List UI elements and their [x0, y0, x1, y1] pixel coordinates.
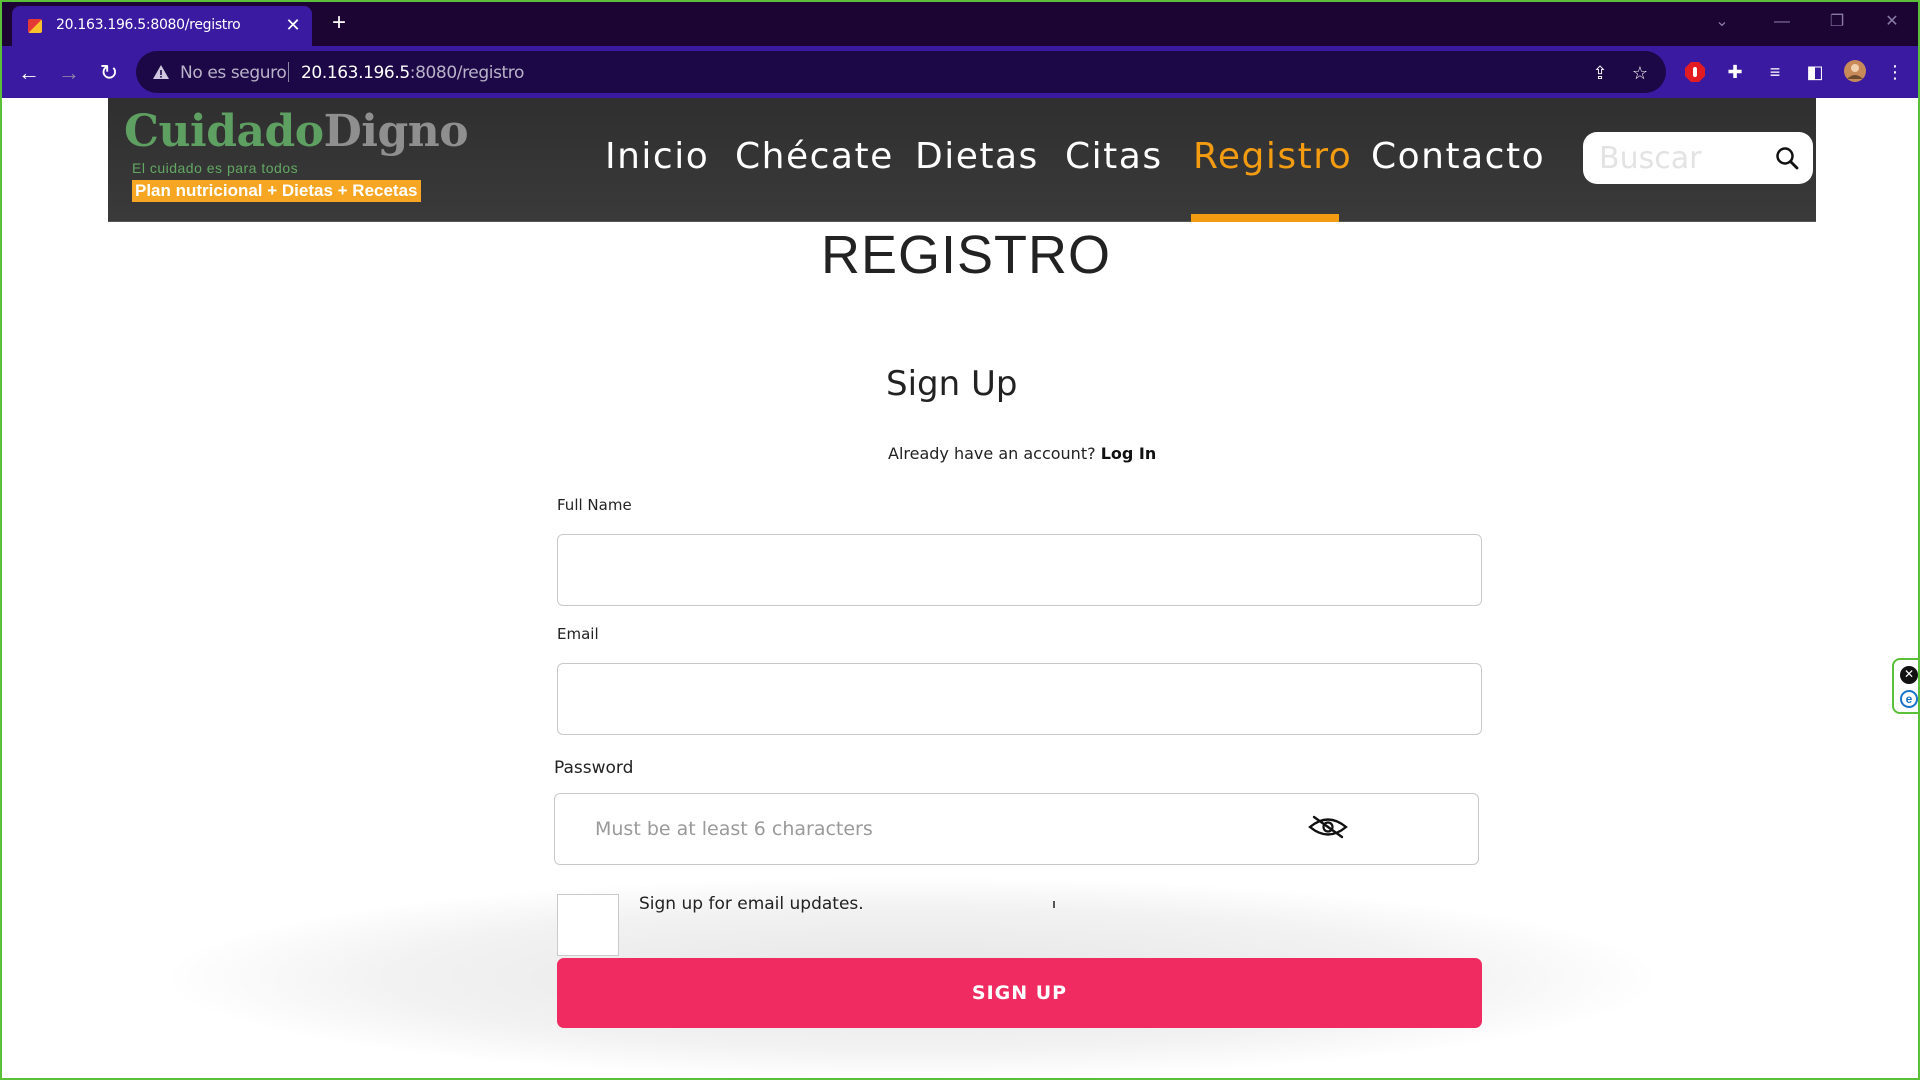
site-header: CuidadoDigno El cuidado es para todos Pl…: [108, 98, 1816, 222]
nav-link-contacto[interactable]: Contacto: [1371, 136, 1545, 177]
web-page: CuidadoDigno El cuidado es para todos Pl…: [2, 98, 1918, 1078]
browser-window: 20.163.196.5:8080/registro ✕ + ⌄ — ❐ ✕ ←…: [0, 0, 1920, 1080]
form-title: Sign Up: [886, 364, 1018, 404]
nav-link-citas[interactable]: Citas: [1065, 136, 1163, 177]
browser-toolbar: ← → ↻ No es seguro 20.163.196.5:8080/reg…: [2, 46, 1918, 98]
minimize-icon[interactable]: —: [1762, 8, 1802, 36]
share-icon[interactable]: ⇪: [1588, 61, 1612, 85]
logo-part-cuidado: Cuidado: [124, 106, 324, 157]
media-queue-icon[interactable]: ≡: [1762, 59, 1788, 85]
page-title: REGISTRO: [820, 225, 1112, 285]
nav-link-registro[interactable]: Registro: [1193, 136, 1352, 177]
warning-icon[interactable]: [152, 63, 170, 81]
nav-link-inicio[interactable]: Inicio: [605, 136, 709, 177]
reload-icon[interactable]: ↻: [94, 58, 124, 88]
stray-mark: [1053, 901, 1055, 908]
nav-link-checate[interactable]: Chécate: [735, 136, 894, 177]
login-prompt-text: Already have an account?: [888, 444, 1096, 463]
email-label: Email: [557, 625, 599, 643]
url-host: 20.163.196.5: [301, 63, 410, 83]
search-input[interactable]: [1599, 138, 1769, 178]
url-path: :8080/registro: [409, 63, 525, 83]
site-logo[interactable]: CuidadoDigno: [124, 106, 469, 157]
search-icon[interactable]: [1775, 146, 1799, 170]
address-bar[interactable]: No es seguro 20.163.196.5:8080/registro …: [136, 51, 1666, 93]
new-tab-button[interactable]: +: [324, 10, 354, 38]
profile-avatar[interactable]: [1842, 59, 1868, 85]
back-icon[interactable]: ←: [14, 58, 44, 88]
forward-icon[interactable]: →: [54, 58, 84, 88]
side-panel-icon[interactable]: ◧: [1802, 59, 1828, 85]
hide-password-eye-icon[interactable]: [1307, 814, 1349, 840]
extensions-puzzle-icon[interactable]: ✚: [1722, 59, 1748, 85]
email-field[interactable]: [557, 663, 1482, 735]
password-label: Password: [554, 758, 634, 778]
active-nav-underline: [1191, 214, 1339, 222]
url-text[interactable]: 20.163.196.5:8080/registro: [301, 63, 524, 83]
close-window-icon[interactable]: ✕: [1872, 8, 1912, 36]
tab-strip: 20.163.196.5:8080/registro ✕ + ⌄ — ❐ ✕: [2, 2, 1918, 46]
favicon-icon: [28, 19, 42, 33]
security-label[interactable]: No es seguro: [180, 63, 287, 83]
login-prompt: Already have an account? Log In: [888, 444, 1156, 463]
extension-e-icon[interactable]: e: [1900, 690, 1918, 708]
tab-title: 20.163.196.5:8080/registro: [56, 17, 241, 33]
bookmark-star-icon[interactable]: ☆: [1628, 61, 1652, 85]
site-search: [1583, 132, 1813, 184]
adblock-extension-icon[interactable]: [1682, 59, 1708, 85]
email-updates-label: Sign up for email updates.: [639, 894, 864, 914]
tab-search-icon[interactable]: ⌄: [1702, 8, 1742, 36]
tab-close-icon[interactable]: ✕: [282, 14, 304, 36]
sign-up-button[interactable]: SIGN UP: [557, 958, 1482, 1028]
browser-tab[interactable]: 20.163.196.5:8080/registro ✕: [12, 6, 312, 46]
browser-menu-icon[interactable]: ⋮: [1882, 59, 1908, 85]
login-link[interactable]: Log In: [1101, 444, 1157, 463]
logo-part-digno: Digno: [323, 106, 469, 157]
restore-icon[interactable]: ❐: [1817, 8, 1857, 36]
nav-link-dietas[interactable]: Dietas: [915, 136, 1039, 177]
side-widget: ✕ e: [1892, 658, 1918, 714]
promo-badge: Plan nutricional + Dietas + Recetas: [132, 180, 421, 202]
close-circle-icon[interactable]: ✕: [1900, 666, 1918, 684]
site-tagline: El cuidado es para todos: [132, 160, 299, 176]
omnibox-divider: [288, 62, 289, 82]
full-name-label: Full Name: [557, 496, 632, 514]
full-name-field[interactable]: [557, 534, 1482, 606]
email-updates-checkbox[interactable]: [557, 894, 619, 956]
